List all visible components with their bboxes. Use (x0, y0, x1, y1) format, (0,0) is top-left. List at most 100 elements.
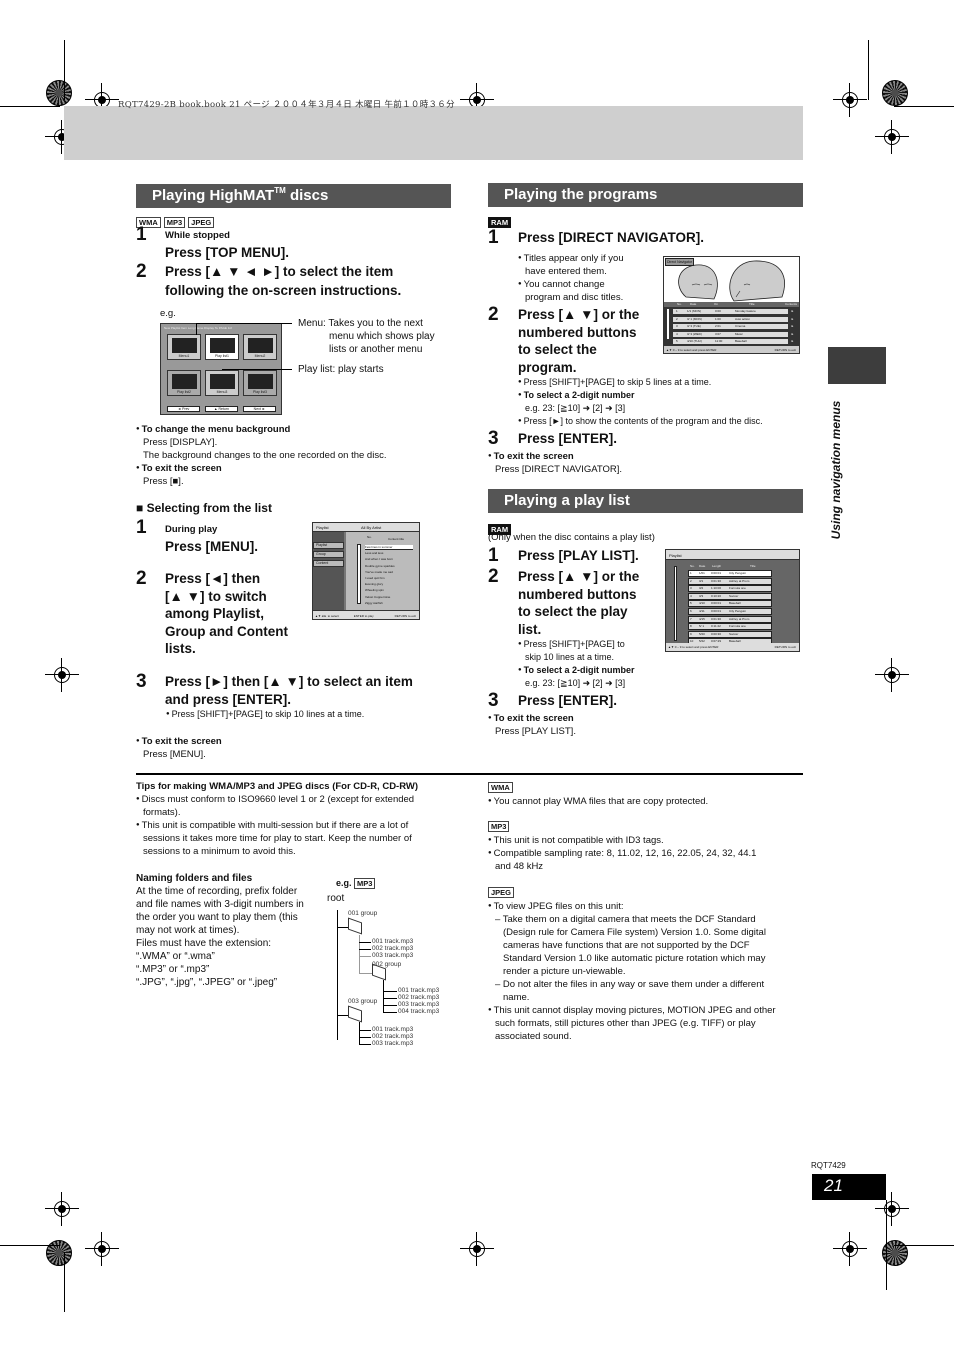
list-row: Velvet Cuppermine (365, 594, 391, 599)
folder-icon (348, 917, 362, 935)
registration-mark (875, 1192, 909, 1226)
list-row: Double gyme sparkles (365, 563, 395, 568)
crop-mark (0, 106, 60, 107)
step-number: 2 (136, 568, 147, 589)
tree-group: 001 group (348, 910, 378, 917)
list-menu-screen: Playlist All By Artist Playlist Group Con… (312, 522, 420, 620)
step-notes: Press [SHIFT]+[PAGE] to skip 5 lines at … (518, 376, 763, 428)
program-row: 5 4/10 (THU) 11:00 Baseball ► (673, 339, 794, 344)
crop-mark (64, 40, 65, 100)
step-number: 2 (488, 304, 499, 325)
list-tab-content: Content (313, 560, 344, 567)
note-exit: To exit the screen Press [PLAY LIST]. (488, 712, 576, 738)
crop-mark (868, 40, 869, 100)
section-note: (Only when the disc contains a play list… (488, 532, 655, 543)
section-title-playlist: Playing a play list (488, 489, 803, 513)
playlist-tile: Play list3 (243, 370, 277, 396)
registration-mark (833, 83, 867, 117)
playlist-screen: Playlist No. Date Length Title 1 1/01 0:00… (665, 549, 800, 652)
example-label: e.g. (160, 308, 176, 319)
section-title-programs: Playing the programs (488, 183, 803, 207)
program-row: 3 3/ 3 (TUE) 2:01 Cinema ► (673, 324, 794, 329)
tag-mp3: MP3 (163, 217, 186, 228)
list-row: Ziggy starfish (365, 600, 383, 605)
chapter-label: Using navigation menus (829, 400, 843, 540)
page-number: 21 (812, 1174, 886, 1200)
program-row: 1 1/1 (MON) 0:00 Monday feature ► (673, 309, 794, 314)
list-tab-group: Group (313, 551, 344, 558)
prev-button: ◄ Prev (167, 406, 200, 412)
callout-line (196, 323, 197, 335)
playlist-row: 3 3/2 1:10:00 Formula one (688, 585, 772, 593)
chapter-tab (828, 347, 886, 384)
tree-file: 002 track.mp3 (398, 994, 440, 1001)
crop-mark (894, 1245, 954, 1246)
playlist-tile: Play list1 (205, 334, 239, 360)
list-row: Few lines in summer (365, 545, 413, 550)
step-instruction: Press [ENTER]. (518, 693, 618, 708)
return-button: ▲ Return (205, 406, 238, 412)
step-number: 2 (488, 566, 499, 587)
callout-menu: Menu: Takes you to the next menu which s… (298, 318, 435, 355)
step-instruction: Press [PLAY LIST]. (518, 548, 639, 563)
playlist-row: 8 5/ 1 0:11:22 Formula one (688, 623, 772, 631)
playlist-row: 5 4/10 0:00:01 Baseball (688, 600, 772, 608)
step-instruction: Press [▲ ▼] or the numbered buttons to s… (518, 569, 640, 637)
playlist-row: 9 5/20 0:00:30 Soccer (688, 630, 772, 638)
step-note: Press [SHIFT]+[PAGE] to skip 10 lines at… (166, 708, 365, 721)
registration-mark (45, 658, 79, 692)
jpeg-notes: JPEG To view JPEG files on this unit: – … (488, 886, 808, 1043)
note-exit: To exit the screen Press [DIRECT NAVIGAT… (488, 450, 622, 476)
registration-mark (875, 120, 909, 154)
step-instruction: Press [◄] then [▲ ▼] to switch among Pla… (165, 571, 288, 656)
step-number: 1 (136, 517, 147, 538)
next-button: Next ► (243, 406, 276, 412)
callout-playlist: Play list: play starts (298, 364, 384, 375)
print-stamp: RQT7429-2B book.book 21 ページ ２００４年３月４日 木曜… (118, 100, 455, 110)
step-instruction: Press [TOP MENU]. (165, 245, 290, 260)
header-band (64, 106, 803, 160)
wma-notes: WMA You cannot play WMA files that are c… (488, 781, 708, 808)
tag-jpeg: JPEG (188, 217, 215, 228)
registration-rosette (46, 80, 72, 106)
program-row: 4 3/ 3 (WED) 3:07 Music ► (673, 331, 794, 337)
list-row: Less and less (365, 551, 384, 556)
folder-icon (348, 1005, 362, 1023)
mp3-notes: MP3 This unit is not compatible with ID3… (488, 820, 756, 873)
list-row: And when I was born (365, 557, 394, 562)
registration-mark (460, 1232, 494, 1266)
step-notes: Titles appear only if you have entered t… (518, 252, 624, 304)
registration-mark (833, 1232, 867, 1266)
step-number: 1 (488, 227, 499, 248)
step-instruction: Press [▲ ▼] or the numbered buttons to s… (518, 307, 640, 375)
step-instruction: Press [►] then [▲ ▼] to select an item (165, 674, 413, 689)
document-code: RQT7429 (811, 1161, 846, 1170)
tree-group: 003 group (348, 998, 378, 1005)
tree-file: 001 track.mp3 (372, 938, 414, 945)
program-row: 2 3/ 1 (MON) 1:00 Auto action ► (673, 316, 794, 322)
direct-navigator-screen: Direct Navigator No. Date On Title Conte… (663, 256, 800, 354)
playlist-tile: Play list2 (167, 370, 201, 396)
tree-file: 002 track.mp3 (372, 1033, 414, 1040)
registration-mark (45, 1192, 79, 1226)
step-number: 3 (488, 428, 499, 449)
menu-tile: Menu3 (205, 370, 239, 396)
playlist-row: 7 4/15 0:01:30 Ashley at Prom (688, 615, 772, 623)
crop-mark (886, 1200, 887, 1290)
menu-tile: Menu1 (167, 334, 201, 360)
tree-file: 001 track.mp3 (372, 1026, 414, 1033)
tree-root: root (327, 893, 345, 904)
note-exit: To exit the screen Press [MENU]. (136, 735, 222, 761)
list-row: You've made me sad (365, 569, 393, 574)
list-row: Evening glory (365, 582, 384, 587)
callout-line (196, 323, 292, 324)
playlist-row: 6 4/11 0:00:01 City Penguin (688, 608, 772, 615)
step-precondition: While stopped (165, 230, 230, 241)
tips-block: Tips for making WMA/MP3 and JPEG discs (… (136, 780, 466, 858)
registration-mark (85, 1232, 119, 1266)
tree-file: 003 track.mp3 (372, 1040, 414, 1047)
naming-block: Naming folders and files At the time of … (136, 873, 304, 988)
tree-file: 003 track.mp3 (372, 952, 414, 959)
step-notes: Press [SHIFT]+[PAGE] to skip 10 lines at… (518, 638, 635, 690)
section-title-highmat: Playing HighMATTM discs (136, 184, 451, 208)
